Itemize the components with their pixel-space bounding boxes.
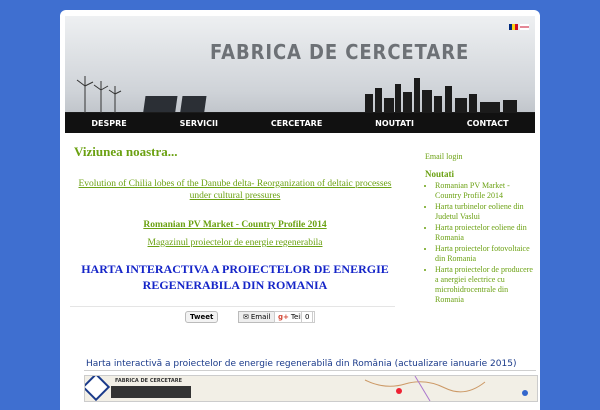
header-banner: FABRICA DE CERCETARE [65,16,535,124]
sidebar: Email login Noutati Romanian PV Market -… [425,152,535,306]
share-count: 0 [301,311,314,323]
news-item[interactable]: Harta proiectelor de producere a anergie… [435,265,535,305]
nav-contact[interactable]: CONTACT [467,119,509,128]
news-item[interactable]: Romanian PV Market - Country Profile 201… [435,181,535,201]
news-title: Noutati [425,169,454,179]
nav-noutati[interactable]: NOUTATI [375,119,414,128]
nav-despre[interactable]: DESPRE [91,119,126,128]
email-icon: ✉ [243,313,249,321]
email-label: Email [250,313,271,321]
email-login-link[interactable]: Email login [425,152,535,161]
news-item[interactable]: Harta proiectelor fotovoltaice din Roman… [435,244,535,264]
news-list: Romanian PV Market - Country Profile 201… [425,181,535,305]
english-flag-icon[interactable] [520,24,529,30]
tweet-button[interactable]: Tweet [185,311,219,323]
email-share-button[interactable]: ✉ Email [238,311,276,323]
news-item[interactable]: Harta turbinelor eoliene din Judetul Vas… [435,202,535,222]
main-content: Viziunea noastra... Evolution of Chilia … [70,140,400,293]
map-graphics [85,376,528,401]
language-switcher [509,24,529,30]
page-heading: Viziunea noastra... [74,144,178,159]
main-navigation: DESPRE SERVICII CERCETARE NOUTATI CONTAC… [65,113,535,133]
article-link-chilia[interactable]: Evolution of Chilia lobes of the Danube … [70,178,400,202]
article-link-magazin[interactable]: Magazinul proiectelor de energie regener… [70,237,400,249]
article-link-pv-market[interactable]: Romanian PV Market - Country Profile 201… [70,219,400,231]
news-item[interactable]: Harta proiectelor eoliene din Romania [435,223,535,243]
nav-servicii[interactable]: SERVICII [180,119,218,128]
interactive-map-link[interactable]: HARTA INTERACTIVA A PROIECTELOR DE ENERG… [70,261,400,293]
site-title[interactable]: FABRICA DE CERCETARE [210,40,469,64]
romanian-flag-icon[interactable] [509,24,518,30]
map-title: Harta interactivă a proiectelor de energ… [86,359,517,369]
tweet-label: Tweet [190,313,214,321]
interactive-map[interactable]: FABRICA DE CERCETARE [84,375,538,402]
gplus-icon: g+ [278,313,289,321]
content-divider [70,306,395,307]
map-title-underline [84,370,536,371]
nav-cercetare[interactable]: CERCETARE [271,119,322,128]
